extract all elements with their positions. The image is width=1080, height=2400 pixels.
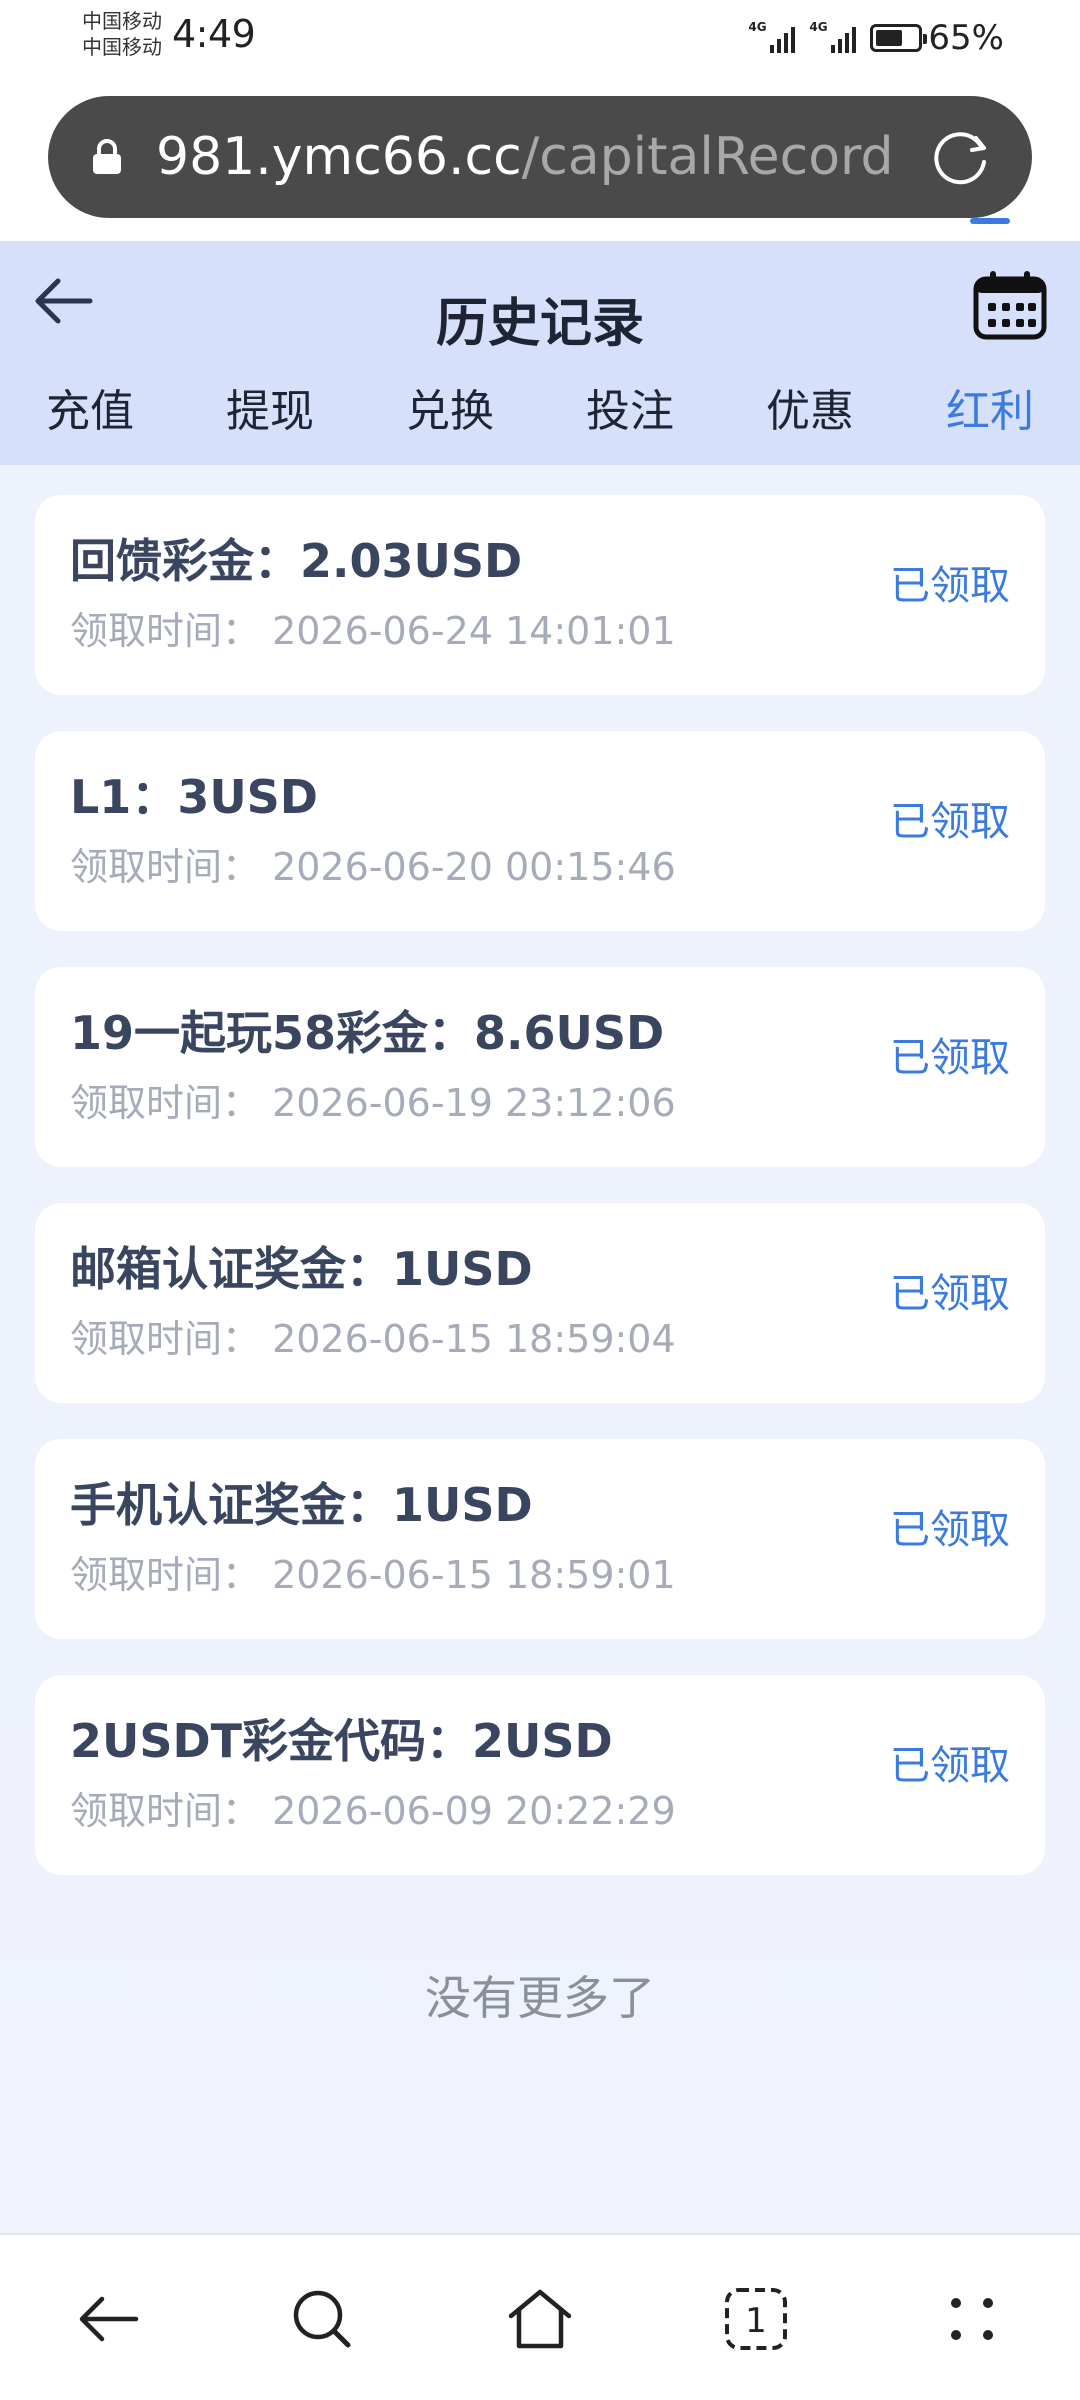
- record-card[interactable]: L1：3USD 领取时间： 2026-06-20 00:15:46 已领取: [35, 731, 1045, 931]
- record-card[interactable]: 19一起玩58彩金：8.6USD 领取时间： 2026-06-19 23:12:…: [35, 967, 1045, 1167]
- record-title: 手机认证奖金：1USD: [70, 1478, 533, 1532]
- record-time: 领取时间： 2026-06-15 18:59:01: [70, 1553, 676, 1597]
- nav-home-button[interactable]: [500, 2279, 580, 2359]
- record-status: 已领取: [890, 799, 1010, 845]
- tab-recharge[interactable]: 充值: [15, 381, 165, 465]
- calendar-icon[interactable]: [972, 269, 1048, 341]
- url-path: /capitalRecord: [521, 127, 894, 187]
- back-arrow-icon: [79, 2296, 139, 2342]
- search-icon: [293, 2290, 351, 2348]
- record-card[interactable]: 手机认证奖金：1USD 领取时间： 2026-06-15 18:59:01 已领…: [35, 1439, 1045, 1639]
- record-tabs: 充值 提现 兑换 投注 优惠 红利: [0, 381, 1080, 465]
- url-text[interactable]: 981.ymc66.cc/capitalRecord: [156, 124, 893, 190]
- record-title: 回馈彩金：2.03USD: [70, 534, 523, 588]
- tab-withdraw[interactable]: 提现: [195, 381, 345, 465]
- page-header: 历史记录 充值 提现 兑换 投注 优惠 红利: [0, 241, 1080, 465]
- network-type-1: 4G: [748, 20, 767, 34]
- record-time: 领取时间： 2026-06-09 20:22:29: [70, 1789, 676, 1833]
- browser-bottom-nav: 1: [0, 2233, 1080, 2400]
- record-card[interactable]: 2USDT彩金代码：2USD 领取时间： 2026-06-09 20:22:29…: [35, 1675, 1045, 1875]
- reload-icon[interactable]: [930, 126, 992, 188]
- signal-1-icon: 4G: [748, 20, 796, 53]
- signal-2-icon: 4G: [809, 20, 857, 53]
- record-card[interactable]: 邮箱认证奖金：1USD 领取时间： 2026-06-15 18:59:04 已领…: [35, 1203, 1045, 1403]
- tab-bonus[interactable]: 红利: [915, 381, 1065, 465]
- address-bar[interactable]: 981.ymc66.cc/capitalRecord: [48, 96, 1032, 218]
- record-status: 已领取: [890, 1035, 1010, 1081]
- carrier-2: 中国移动: [82, 35, 162, 59]
- menu-dots-icon: [951, 2298, 993, 2340]
- battery-fill: [876, 30, 903, 46]
- battery-icon: 65%: [870, 18, 1004, 58]
- record-time: 领取时间： 2026-06-15 18:59:04: [70, 1317, 676, 1361]
- clock: 4:49: [172, 12, 256, 56]
- status-icons: 4G 4G 65%: [748, 16, 1004, 60]
- record-status: 已领取: [890, 1743, 1010, 1789]
- active-tab-indicator: [970, 218, 1010, 224]
- record-time: 领取时间： 2026-06-19 23:12:06: [70, 1081, 676, 1125]
- record-title: 2USDT彩金代码：2USD: [70, 1714, 613, 1768]
- record-title: 邮箱认证奖金：1USD: [70, 1242, 533, 1296]
- home-icon: [508, 2289, 572, 2349]
- record-title: L1：3USD: [70, 770, 318, 824]
- record-status: 已领取: [890, 563, 1010, 609]
- status-bar: 中国移动 中国移动 4:49 4G 4G 65%: [0, 0, 1080, 80]
- nav-tabs-button[interactable]: 1: [716, 2279, 796, 2359]
- url-host: 981.ymc66.cc: [156, 127, 522, 187]
- record-time: 领取时间： 2026-06-24 14:01:01: [70, 609, 676, 653]
- tab-exchange[interactable]: 兑换: [375, 381, 525, 465]
- tab-bet[interactable]: 投注: [555, 381, 705, 465]
- record-status: 已领取: [890, 1507, 1010, 1553]
- tabs-count: 1: [745, 2301, 767, 2341]
- battery-percent: 65%: [928, 18, 1004, 58]
- nav-menu-button[interactable]: [932, 2279, 1012, 2359]
- tabs-icon: 1: [725, 2288, 787, 2350]
- nav-search-button[interactable]: [282, 2279, 362, 2359]
- network-type-2: 4G: [809, 20, 828, 34]
- tab-promotion[interactable]: 优惠: [735, 381, 885, 465]
- no-more-text: 没有更多了: [425, 1971, 655, 2025]
- page-title: 历史记录: [435, 294, 644, 354]
- record-card[interactable]: 回馈彩金：2.03USD 领取时间： 2026-06-24 14:01:01 已…: [35, 495, 1045, 695]
- record-status: 已领取: [890, 1271, 1010, 1317]
- record-time: 领取时间： 2026-06-20 00:15:46: [70, 845, 676, 889]
- lock-icon: [93, 139, 121, 174]
- record-title: 19一起玩58彩金：8.6USD: [70, 1006, 665, 1060]
- carrier-labels: 中国移动 中国移动: [82, 8, 162, 60]
- nav-back-button[interactable]: [68, 2279, 148, 2359]
- carrier-1: 中国移动: [82, 9, 162, 33]
- records-list[interactable]: 回馈彩金：2.03USD 领取时间： 2026-06-24 14:01:01 已…: [0, 465, 1080, 2233]
